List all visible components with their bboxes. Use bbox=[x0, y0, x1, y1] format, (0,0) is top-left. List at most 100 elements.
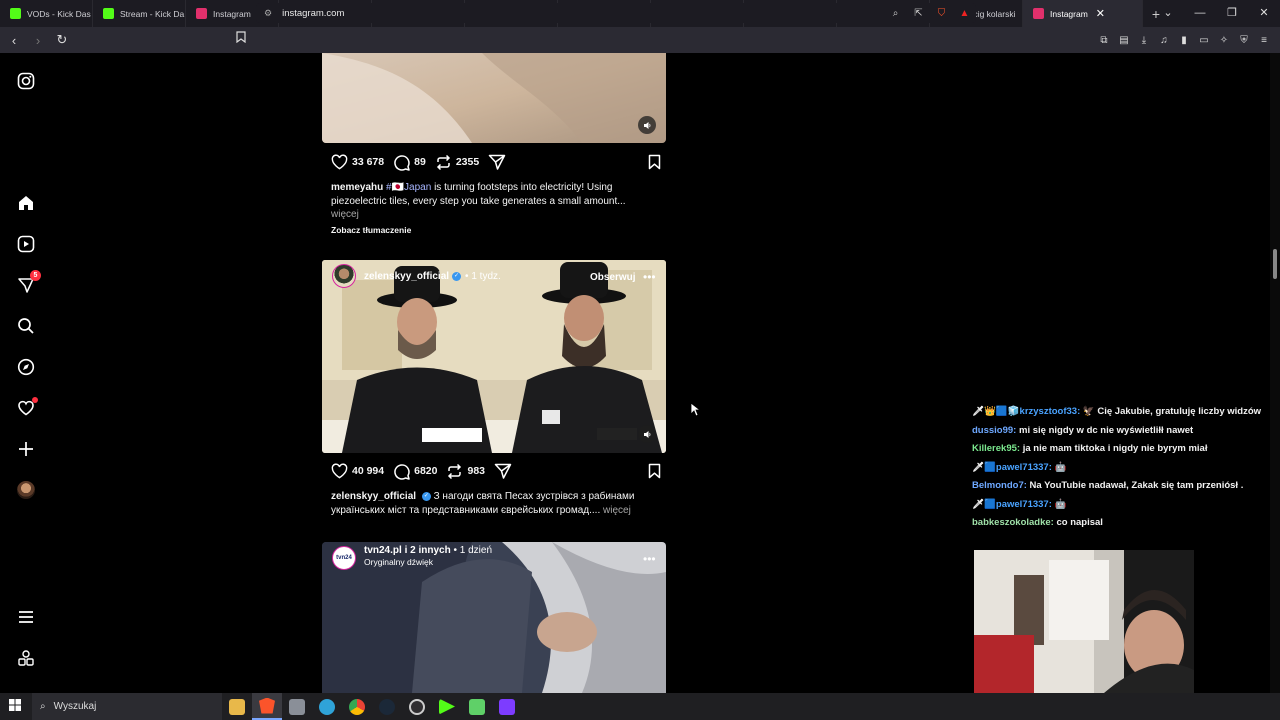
messages-icon[interactable]: 5 bbox=[16, 270, 41, 295]
post-1-translate-link[interactable]: Zobacz tłumaczenie bbox=[331, 225, 411, 235]
back-button[interactable]: ‹ bbox=[4, 33, 24, 48]
taskbar-search-input[interactable]: ⌕ Wyszukaj bbox=[32, 693, 222, 720]
edge-icon[interactable] bbox=[312, 693, 342, 720]
threads-grid-icon[interactable] bbox=[16, 648, 36, 668]
vpn-icon[interactable]: ⛨ bbox=[1234, 35, 1254, 46]
kick-icon bbox=[10, 8, 21, 19]
post-1-caption-user[interactable]: memeyahu bbox=[331, 182, 383, 193]
explore-icon[interactable] bbox=[16, 357, 36, 377]
browser-tab[interactable]: Stream - Kick Da bbox=[93, 0, 186, 27]
music-icon[interactable]: ♫ bbox=[1154, 35, 1174, 46]
chat-username[interactable]: dussio99: bbox=[972, 425, 1016, 436]
post-2-header: zelenskyy_official ✓ • 1 tydz. bbox=[332, 263, 501, 289]
post-1-hashtag[interactable]: #🇯🇵Japan bbox=[386, 182, 431, 193]
chat-username[interactable]: pawel71337: bbox=[996, 499, 1052, 510]
chat-username[interactable]: pawel71337: bbox=[996, 462, 1052, 473]
steam-icon[interactable] bbox=[372, 693, 402, 720]
post-1-save-button[interactable] bbox=[648, 154, 661, 173]
notifications-heart-icon[interactable] bbox=[16, 397, 38, 418]
close-tab-icon[interactable]: ✕ bbox=[1096, 7, 1105, 20]
post-1-like-button[interactable]: 33 678 bbox=[331, 154, 384, 170]
post-1-comments: 89 bbox=[414, 156, 426, 168]
chat-text: co napisal bbox=[1053, 517, 1103, 528]
windows-start-icon[interactable] bbox=[0, 698, 30, 716]
taskbar-search-placeholder: Wyszukaj bbox=[53, 701, 97, 712]
address-bar-row: ‹ › ↻ bbox=[0, 27, 1280, 53]
chat-message: dussio99: mi się nigdy w dc nie wyświetl… bbox=[972, 424, 1272, 437]
home-icon[interactable] bbox=[16, 193, 36, 213]
repost-icon bbox=[448, 463, 462, 479]
site-info-icon[interactable]: ⚙ bbox=[264, 8, 272, 19]
post-2-caption: zelenskyy_official ✓ З нагоди свята Песа… bbox=[331, 490, 641, 517]
post-2-caption-user[interactable]: zelenskyy_official bbox=[331, 491, 416, 502]
post-2-save-button[interactable] bbox=[648, 463, 661, 482]
page-scrollbar[interactable] bbox=[1270, 53, 1280, 693]
search-icon[interactable] bbox=[16, 316, 36, 336]
reload-button[interactable]: ↻ bbox=[52, 32, 72, 48]
post-2-options-icon[interactable]: ••• bbox=[643, 270, 656, 284]
more-menu-icon[interactable] bbox=[16, 607, 36, 627]
chat-username[interactable]: Killerek95: bbox=[972, 443, 1020, 454]
kick-app-icon[interactable] bbox=[432, 693, 462, 720]
minimize-button[interactable]: — bbox=[1184, 0, 1216, 27]
chat-username[interactable]: Belmondo7: bbox=[972, 480, 1027, 491]
chat-text: 🦅 Cię Jakubie, gratuluję liczby widzów bbox=[1080, 406, 1262, 417]
obs-icon[interactable] bbox=[402, 693, 432, 720]
reels-icon[interactable] bbox=[16, 234, 36, 254]
post-2-more-link[interactable]: więcej bbox=[603, 505, 631, 516]
post-1-media[interactable] bbox=[322, 53, 666, 143]
restore-button[interactable]: ❐ bbox=[1216, 0, 1248, 27]
search-icon: ⌕ bbox=[40, 701, 46, 712]
reader-icon[interactable]: ▤ bbox=[1114, 35, 1134, 46]
post-2-follow-button[interactable]: Obserwuj bbox=[590, 272, 636, 283]
browser-tab[interactable]: Instagram ✕ bbox=[1023, 0, 1143, 27]
downloads-icon[interactable]: ⤓ bbox=[1134, 35, 1154, 46]
leo-ai-icon[interactable]: ✧ bbox=[1214, 35, 1234, 46]
zoom-icon[interactable]: ⌕ bbox=[884, 8, 907, 19]
video-editor-icon[interactable] bbox=[492, 693, 522, 720]
post-1-more-link[interactable]: więcej bbox=[331, 209, 359, 220]
window-controls: ⌄ — ❐ ✕ bbox=[1152, 0, 1280, 27]
post-2-sound-icon[interactable] bbox=[638, 425, 656, 443]
bookmark-icon[interactable] bbox=[236, 31, 246, 46]
post-2-repost-button[interactable]: 983 bbox=[446, 463, 485, 480]
post-1-share-button[interactable] bbox=[488, 154, 510, 170]
chrome-icon[interactable] bbox=[342, 693, 372, 720]
brave-rewards-icon[interactable]: ▲ bbox=[953, 8, 976, 19]
brave-browser-icon[interactable] bbox=[252, 693, 282, 720]
close-window-button[interactable]: ✕ bbox=[1248, 0, 1280, 27]
menu-icon[interactable]: ≡ bbox=[1254, 35, 1274, 46]
streamer-app-icon[interactable] bbox=[462, 693, 492, 720]
app-icon[interactable] bbox=[282, 693, 312, 720]
chat-username[interactable]: krzysztoof33: bbox=[1020, 406, 1081, 417]
wallet-icon[interactable]: ▭ bbox=[1194, 35, 1214, 46]
extensions-toolbar: ⧉ ▤ ⤓ ♫ ▮ ▭ ✧ ⛨ ≡ bbox=[1094, 27, 1274, 53]
post-1-repost-button[interactable]: 2355 bbox=[435, 154, 479, 171]
kick-icon bbox=[103, 8, 114, 19]
extensions-icon[interactable]: ⧉ bbox=[1094, 35, 1114, 46]
create-plus-icon[interactable] bbox=[16, 439, 36, 459]
tab-list-icon[interactable]: ⌄ bbox=[1152, 0, 1184, 27]
browser-tab[interactable]: VODs - Kick Das bbox=[0, 0, 93, 27]
post-3-audio[interactable]: Oryginalny dźwięk bbox=[364, 557, 492, 567]
post-2-like-button[interactable]: 40 994 bbox=[331, 463, 384, 479]
chat-username[interactable]: babkeszokoladke: bbox=[972, 517, 1054, 528]
post-2-username[interactable]: zelenskyy_official bbox=[364, 271, 449, 282]
file-explorer-icon[interactable] bbox=[222, 693, 252, 720]
profile-avatar[interactable] bbox=[16, 480, 36, 500]
url-field[interactable]: ⚙ instagram.com ⌕ ⇱ ⛉ ▲ bbox=[256, 3, 976, 23]
post-2-share-button[interactable] bbox=[494, 463, 516, 479]
post-2-avatar[interactable] bbox=[332, 264, 356, 288]
windows-taskbar: ⌕ Wyszukaj bbox=[0, 693, 1280, 720]
post-2-comment-button[interactable]: 6820 bbox=[393, 463, 437, 480]
sidebar-toggle-icon[interactable]: ▮ bbox=[1174, 35, 1194, 46]
share-icon[interactable]: ⇱ bbox=[907, 8, 930, 19]
brave-shield-icon[interactable]: ⛉ bbox=[930, 8, 953, 19]
instagram-logo-icon[interactable] bbox=[16, 71, 36, 91]
post-1-sound-icon[interactable] bbox=[638, 116, 656, 134]
forward-button[interactable]: › bbox=[28, 33, 48, 48]
post-3-username[interactable]: tvn24.pl i 2 innych bbox=[364, 545, 451, 556]
post-3-avatar[interactable]: tvn24 bbox=[332, 546, 356, 570]
post-1-comment-button[interactable]: 89 bbox=[393, 154, 426, 171]
post-3-options-icon[interactable]: ••• bbox=[643, 552, 656, 566]
